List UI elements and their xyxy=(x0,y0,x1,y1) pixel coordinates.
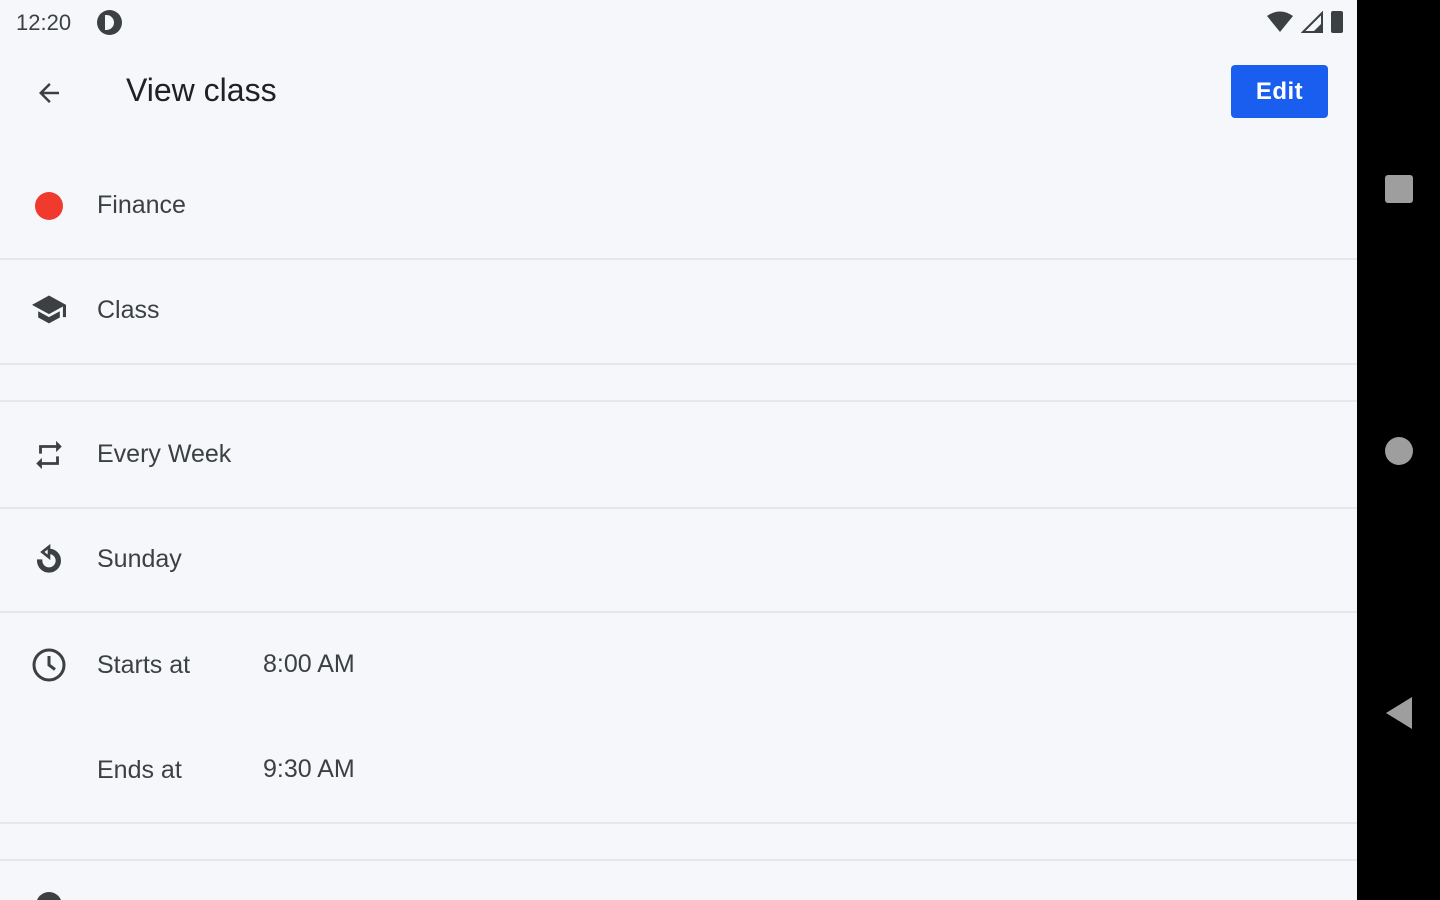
partial-row-icon xyxy=(36,892,62,900)
day-row[interactable]: Sunday xyxy=(0,509,1357,613)
repeat-icon xyxy=(30,436,68,474)
type-row[interactable]: Class xyxy=(0,260,1357,365)
school-icon xyxy=(30,292,68,330)
subject-color-icon xyxy=(30,187,68,225)
status-time: 12:20 xyxy=(16,10,72,35)
repeat-label: Every Week xyxy=(97,440,232,468)
ends-at-label: Ends at xyxy=(97,756,182,784)
back-button[interactable] xyxy=(26,70,72,116)
time-row[interactable]: Starts at 8:00 AM Ends at 9:30 AM xyxy=(0,613,1357,824)
home-button[interactable] xyxy=(1384,437,1413,465)
ends-at-value[interactable]: 9:30 AM xyxy=(263,755,355,784)
color-dot xyxy=(35,192,63,220)
refresh-icon xyxy=(30,541,68,579)
subject-label: Finance xyxy=(97,191,186,219)
status-bar: 12:20 xyxy=(0,0,1357,44)
starts-at-value[interactable]: 8:00 AM xyxy=(263,650,355,679)
clock-icon xyxy=(30,646,68,684)
subject-row[interactable]: Finance xyxy=(0,153,1357,260)
section-divider xyxy=(0,824,1357,861)
toolbar: View class Edit xyxy=(0,44,1357,140)
battery-icon xyxy=(1331,11,1343,33)
edit-button[interactable]: Edit xyxy=(1231,65,1328,118)
arrow-back-icon xyxy=(39,83,59,103)
page-title: View class xyxy=(126,72,277,108)
wifi-icon xyxy=(1267,11,1293,32)
status-indicators xyxy=(1267,11,1343,33)
signal-icon xyxy=(1301,11,1323,33)
recents-button[interactable] xyxy=(1384,175,1413,203)
day-label: Sunday xyxy=(97,545,182,573)
app-notification-icon xyxy=(97,10,122,35)
system-navigation-bar xyxy=(1357,0,1440,900)
app-screen: 12:20 View class Edit Finance Class Ever… xyxy=(0,0,1357,900)
starts-at-label: Starts at xyxy=(97,651,191,679)
repeat-row[interactable]: Every Week xyxy=(0,402,1357,509)
section-divider xyxy=(0,365,1357,402)
system-back-button[interactable] xyxy=(1385,697,1412,729)
type-label: Class xyxy=(97,296,160,324)
